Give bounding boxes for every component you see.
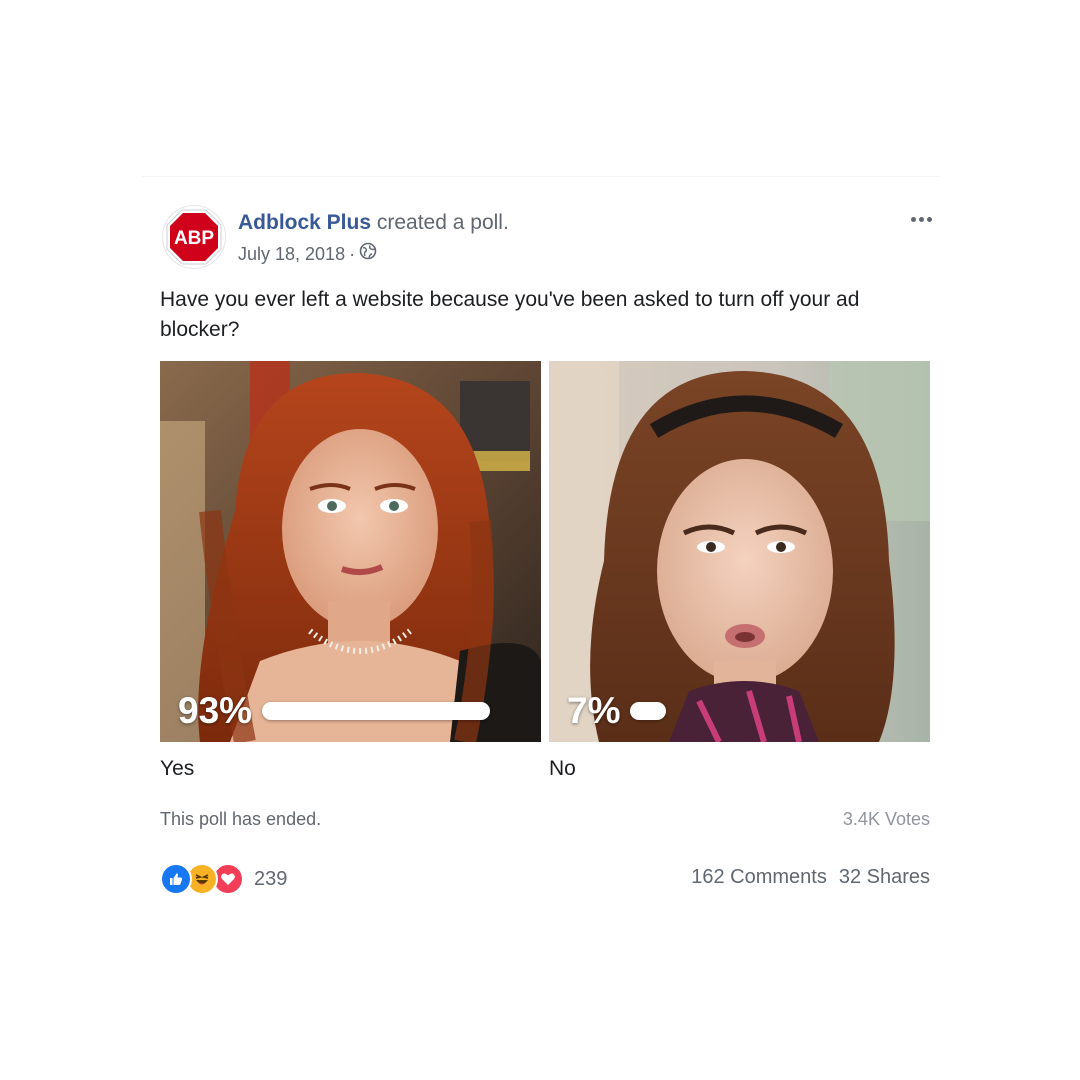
meta-separator: · — [349, 243, 356, 264]
poll-option-no[interactable]: 7% No — [549, 361, 930, 782]
abp-logo-icon: ABP — [166, 209, 222, 265]
option-yes-label: Yes — [160, 757, 195, 780]
red-haired-woman-photo — [160, 361, 541, 742]
option-yes-image[interactable]: 93% — [160, 361, 541, 742]
yes-result-fill — [262, 702, 490, 720]
engagement-stats: 162 Comments 32 Shares — [691, 866, 930, 889]
no-percent: 7% — [567, 690, 621, 731]
no-result-bar — [630, 702, 896, 720]
brunette-woman-photo — [549, 361, 930, 742]
yes-result: 93% — [178, 691, 507, 731]
comments-link[interactable]: 162 Comments — [691, 866, 827, 889]
post-date[interactable]: July 18, 2018 — [238, 243, 345, 265]
no-result-fill — [630, 702, 667, 720]
reactions-summary[interactable]: 239 — [160, 863, 287, 895]
option-no-label: No — [549, 757, 576, 780]
globe-icon[interactable] — [359, 242, 377, 265]
poll-question: Have you ever left a website because you… — [160, 288, 860, 341]
post-header: Adblock Plus created a poll. — [238, 210, 509, 236]
post-action-text: created a poll. — [376, 211, 509, 234]
svg-text:ABP: ABP — [174, 228, 214, 249]
shares-link[interactable]: 32 Shares — [839, 866, 930, 889]
like-icon — [160, 863, 192, 895]
reaction-count[interactable]: 239 — [254, 868, 287, 891]
poll-post-card: ABP Adblock Plus created a poll. July 18… — [142, 176, 940, 905]
abp-avatar[interactable]: ABP — [162, 205, 226, 269]
yes-result-bar — [262, 702, 507, 720]
no-result: 7% — [567, 691, 896, 731]
post-meta: July 18, 2018 · — [238, 242, 377, 265]
option-no-image[interactable]: 7% — [549, 361, 930, 742]
more-options-icon[interactable] — [906, 207, 936, 231]
page-name-link[interactable]: Adblock Plus — [238, 211, 371, 234]
poll-option-yes[interactable]: 93% Yes — [160, 361, 541, 782]
poll-status: This poll has ended. — [160, 809, 322, 829]
yes-percent: 93% — [178, 690, 253, 731]
vote-count[interactable]: 3.4K Votes — [843, 809, 930, 830]
